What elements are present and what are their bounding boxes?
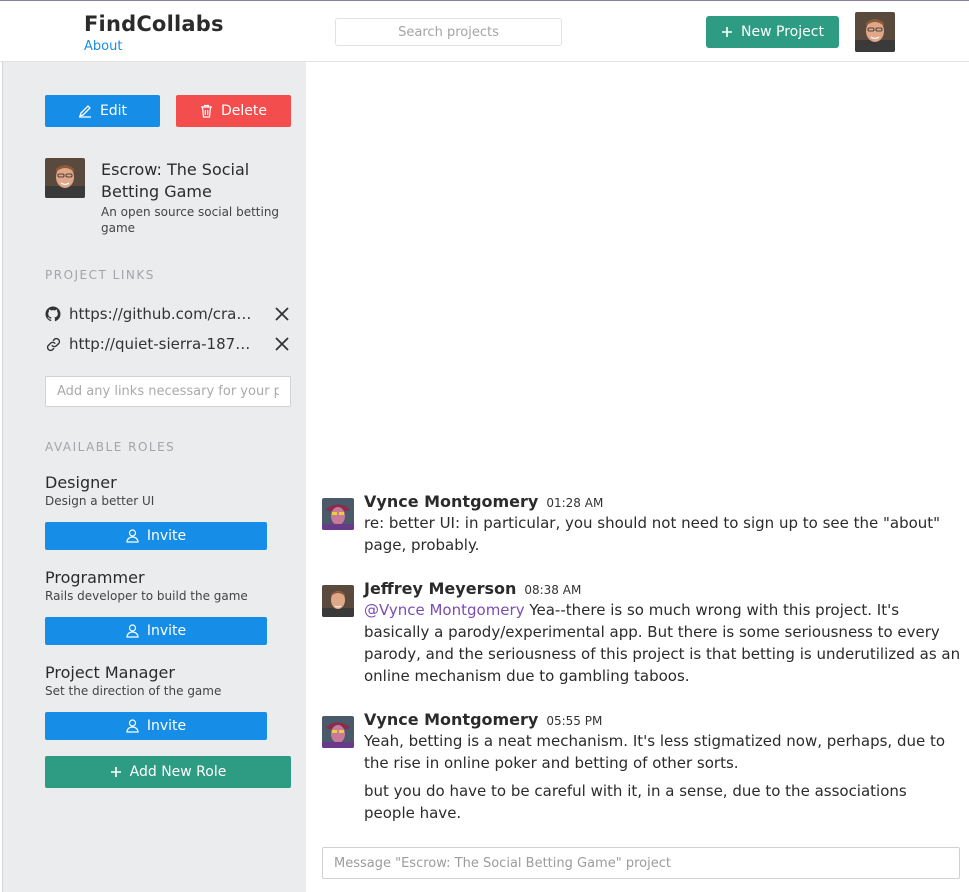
message-text: re: better UI: in particular, you should… xyxy=(364,514,941,554)
add-link-input[interactable] xyxy=(45,376,291,407)
project-link-url[interactable]: https://github.com/crazyjeffrey/escrow xyxy=(69,305,257,323)
available-roles-heading: AVAILABLE ROLES xyxy=(45,440,176,454)
message-text: Yeah, betting is a neat mechanism. It's … xyxy=(364,732,946,772)
pencil-icon xyxy=(78,104,92,118)
author-avatar[interactable] xyxy=(322,585,354,617)
project-link: https://github.com/crazyjeffrey/escrow xyxy=(45,302,291,326)
edit-label: Edit xyxy=(99,103,128,119)
role-description: Set the direction of the game xyxy=(45,684,222,698)
message-text: @Vynce Montgomery Yea--there is so much … xyxy=(364,599,962,687)
close-icon[interactable] xyxy=(273,305,291,323)
project-link-url[interactable]: http://quiet-sierra-18792.herokuapp.com xyxy=(69,335,257,353)
project-title: Escrow: The Social Betting Game xyxy=(101,160,250,201)
new-project-button[interactable]: New Project xyxy=(706,16,839,48)
edit-button[interactable]: Edit xyxy=(45,95,160,127)
add-role-label: Add New Role xyxy=(129,764,227,780)
user-icon xyxy=(126,719,139,733)
project-description: An open source social betting game xyxy=(101,205,280,235)
role-description: Rails developer to build the game xyxy=(45,589,248,603)
invite-programmer-button[interactable]: Invite xyxy=(45,617,267,645)
message-time: 01:28 AM xyxy=(546,496,604,510)
author-avatar[interactable] xyxy=(322,716,354,748)
message-time: 05:55 PM xyxy=(546,714,603,728)
github-icon xyxy=(45,306,61,322)
invite-label: Invite xyxy=(146,528,187,544)
message-author[interactable]: Jeffrey Meyerson xyxy=(364,579,516,598)
role-description: Design a better UI xyxy=(45,494,155,508)
project-sidebar: Edit Delete Escrow: The Social Betting G… xyxy=(2,62,306,892)
message-time: 08:38 AM xyxy=(524,583,582,597)
user-avatar[interactable] xyxy=(855,12,895,52)
user-icon xyxy=(126,624,139,638)
project-links-heading: PROJECT LINKS xyxy=(45,268,155,282)
link-icon xyxy=(45,336,61,352)
about-link[interactable]: About xyxy=(84,39,122,54)
message-author[interactable]: Vynce Montgomery xyxy=(364,710,538,729)
chat-panel: Vynce Montgomery 01:28 AM re: better UI:… xyxy=(306,62,969,892)
user-mention[interactable]: @Vynce Montgomery xyxy=(364,601,525,619)
invite-project-manager-button[interactable]: Invite xyxy=(45,712,267,740)
role-name: Programmer xyxy=(45,568,145,587)
plus-icon xyxy=(110,766,122,778)
message-input[interactable] xyxy=(322,847,960,879)
message-author[interactable]: Vynce Montgomery xyxy=(364,492,538,511)
invite-label: Invite xyxy=(146,718,187,734)
add-new-role-button[interactable]: Add New Role xyxy=(45,756,291,788)
top-header: FindCollabs About New Project xyxy=(0,0,969,62)
invite-designer-button[interactable]: Invite xyxy=(45,522,267,550)
new-project-label: New Project xyxy=(741,24,824,40)
project-link: http://quiet-sierra-18792.herokuapp.com xyxy=(45,332,291,356)
project-avatar xyxy=(45,158,85,198)
author-avatar[interactable] xyxy=(322,498,354,530)
role-name: Designer xyxy=(45,473,117,492)
plus-icon xyxy=(721,26,733,38)
trash-icon xyxy=(200,104,213,118)
message-text: but you do have to be careful with it, i… xyxy=(364,782,907,822)
close-icon[interactable] xyxy=(273,335,291,353)
brand-logo[interactable]: FindCollabs xyxy=(84,12,224,36)
role-name: Project Manager xyxy=(45,663,175,682)
invite-label: Invite xyxy=(146,623,187,639)
search-input[interactable] xyxy=(335,18,562,46)
user-icon xyxy=(126,529,139,543)
delete-label: Delete xyxy=(221,103,267,119)
delete-button[interactable]: Delete xyxy=(176,95,291,127)
